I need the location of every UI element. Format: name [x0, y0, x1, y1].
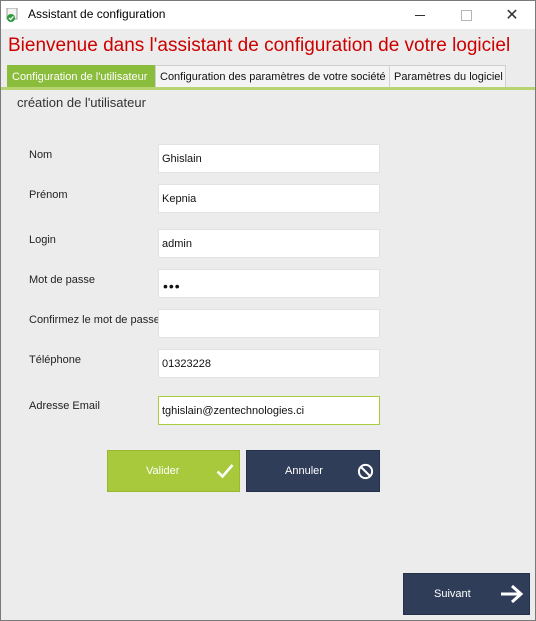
section-title: création de l'utilisateur — [17, 95, 146, 110]
annuler-button[interactable]: Annuler — [246, 450, 380, 492]
login-label: Login — [29, 234, 56, 246]
telephone-label: Téléphone — [29, 354, 81, 366]
window-title: Assistant de configuration — [28, 7, 166, 21]
suivant-button[interactable]: Suivant — [403, 573, 530, 615]
checkmark-icon — [216, 451, 234, 491]
telephone-field[interactable] — [158, 349, 380, 378]
tab-user-configuration[interactable]: Configuration de l'utilisateur — [7, 65, 157, 89]
maximize-button[interactable] — [443, 1, 489, 29]
email-field[interactable] — [158, 396, 380, 425]
email-label: Adresse Email — [29, 400, 100, 412]
nom-field[interactable] — [158, 144, 380, 173]
annuler-label: Annuler — [285, 465, 323, 477]
confirm-password-field[interactable] — [158, 309, 380, 338]
confirm-password-label: Confirmez le mot de passe — [29, 314, 160, 326]
close-button[interactable]: ✕ — [489, 1, 535, 29]
minimize-button[interactable] — [397, 1, 443, 29]
valider-button[interactable]: Valider — [107, 450, 240, 492]
suivant-label: Suivant — [434, 588, 471, 600]
password-field[interactable] — [158, 269, 380, 298]
title-bar[interactable]: Assistant de configuration ✕ — [1, 1, 535, 29]
minimize-icon — [415, 14, 425, 16]
nom-label: Nom — [29, 149, 53, 161]
configuration-wizard-window: Assistant de configuration ✕ Bienvenue d… — [0, 0, 536, 621]
cancel-prohibited-icon — [357, 451, 374, 491]
close-icon: ✕ — [505, 5, 519, 24]
password-label: Mot de passe — [29, 274, 96, 286]
login-field[interactable] — [158, 229, 380, 258]
prenom-field[interactable] — [158, 184, 380, 213]
welcome-heading: Bienvenue dans l'assistant de configurat… — [8, 35, 511, 56]
arrow-right-icon — [500, 574, 524, 614]
tab-underline — [1, 87, 535, 90]
app-check-icon — [6, 8, 18, 22]
tab-company-settings[interactable]: Configuration des paramètres de votre so… — [155, 65, 391, 88]
prenom-label: Prénom — [29, 189, 68, 201]
maximize-icon — [460, 9, 472, 21]
tab-software-settings[interactable]: Paramètres du logiciel — [389, 65, 506, 88]
valider-label: Valider — [146, 465, 180, 477]
